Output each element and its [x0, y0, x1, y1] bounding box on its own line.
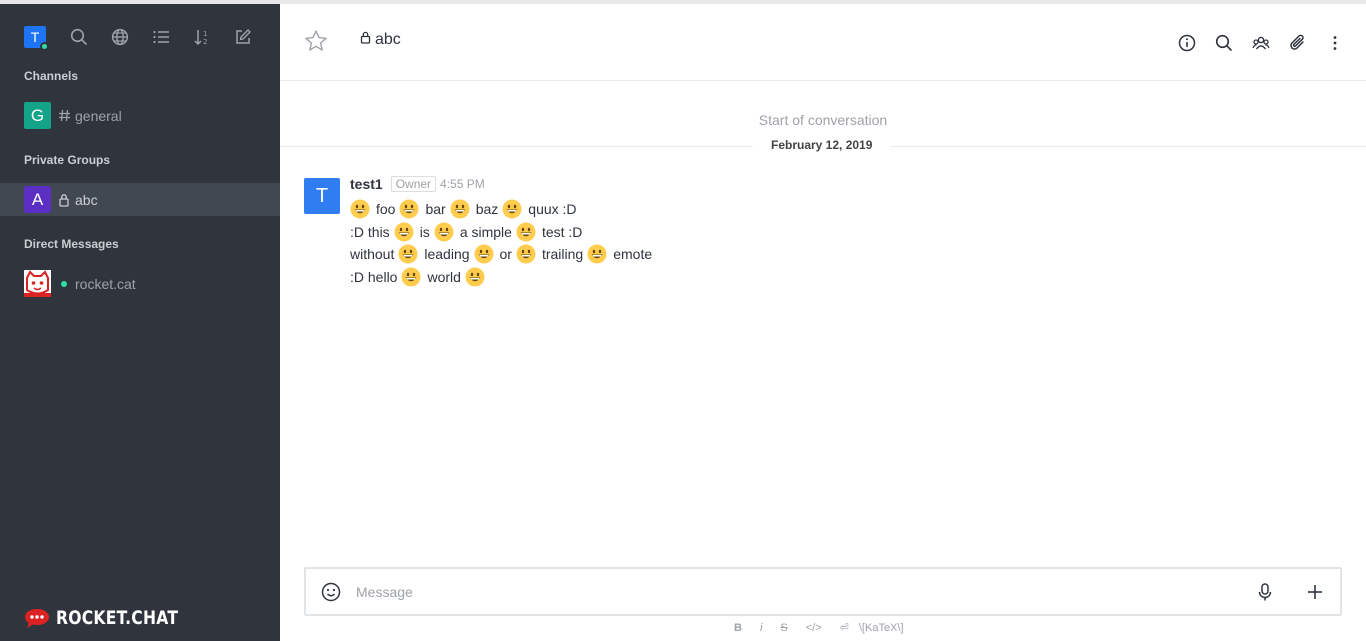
sort-icon[interactable]: 12: [191, 26, 213, 48]
grinning-emoji-icon: [394, 222, 414, 242]
attachment-clip-icon[interactable]: [1287, 32, 1309, 54]
message-text: or: [499, 246, 512, 262]
message-text: quux :D: [528, 201, 577, 217]
search-messages-icon[interactable]: [1213, 32, 1235, 54]
role-badge: Owner: [390, 176, 437, 192]
lock-icon: [57, 193, 71, 207]
sidebar-item-label: general: [75, 107, 122, 124]
rocket-chat-logo-icon: [25, 609, 49, 628]
message-body: foo bar baz quux :D :D this is a simple test :D…: [350, 198, 652, 288]
svg-text:2: 2: [203, 38, 207, 46]
format-bold-button[interactable]: B: [734, 622, 742, 634]
logo-text: ROCKET.CHAT: [56, 607, 179, 629]
message-text: is: [419, 223, 430, 240]
view-mode-list-icon[interactable]: [150, 26, 172, 48]
message-text: :D this: [350, 223, 390, 240]
kebab-menu-icon[interactable]: [1324, 32, 1346, 54]
message-line: :D hello world: [350, 266, 652, 289]
lock-icon: [360, 31, 371, 49]
format-strike-button[interactable]: S: [780, 622, 787, 634]
sidebar: T 12 Channels G general Private Groups A: [0, 4, 280, 641]
grinning-emoji-icon: [434, 222, 454, 242]
search-icon[interactable]: [68, 26, 90, 48]
user-avatar-initial: T: [30, 29, 40, 45]
microphone-icon[interactable]: [1254, 581, 1276, 603]
message-text: leading: [424, 246, 470, 262]
message-avatar[interactable]: T: [304, 178, 340, 214]
room-name: abc: [375, 31, 401, 48]
message-header: test1 Owner 4:55 PM: [350, 176, 485, 192]
svg-text:1: 1: [203, 30, 207, 38]
grinning-emoji-icon: [399, 199, 419, 219]
message-text: bar: [425, 201, 446, 217]
sidebar-item-label: rocket.cat: [75, 275, 136, 292]
sidebar-item-label: abc: [75, 191, 98, 208]
format-italic-button[interactable]: i: [760, 622, 762, 634]
day-divider-date: February 12, 2019: [753, 138, 891, 152]
message-line: :D this is a simple test :D: [350, 221, 652, 244]
hashtag-icon: [57, 109, 71, 123]
room-info-icon[interactable]: [1176, 32, 1198, 54]
sidebar-item-general[interactable]: G general: [0, 99, 280, 132]
grinning-emoji-icon: [502, 199, 522, 219]
message-username[interactable]: test1: [350, 176, 383, 192]
grinning-emoji-icon: [516, 244, 536, 264]
add-actions-plus-icon[interactable]: [1304, 581, 1326, 603]
message-text: baz: [475, 201, 499, 217]
rocket-chat-logo: ROCKET.CHAT: [24, 607, 205, 629]
format-multiline-button[interactable]: ⏎: [840, 621, 849, 634]
message-text: :D hello: [350, 268, 398, 285]
grinning-emoji-icon: [587, 244, 607, 264]
message-line: foo bar baz quux :D: [350, 198, 652, 221]
favorite-star-icon[interactable]: [304, 29, 328, 53]
grinning-emoji-icon: [401, 267, 421, 287]
online-status-dot: [61, 280, 67, 287]
format-code-button[interactable]: </>: [806, 622, 822, 634]
create-new-edit-icon[interactable]: [232, 26, 254, 48]
header-actions: [1161, 32, 1346, 54]
window-top-border: [0, 0, 1366, 4]
main-room: abc Start of conversation February 12, 2…: [280, 4, 1366, 641]
grinning-emoji-icon: [516, 222, 536, 242]
grinning-emoji-icon: [450, 199, 470, 219]
message-text: trailing: [541, 246, 584, 262]
sidebar-item-rocket-cat[interactable]: rocket.cat: [0, 267, 280, 300]
format-katex-button[interactable]: \[KaTeX\]: [859, 622, 904, 634]
sidebar-item-abc[interactable]: A abc: [0, 183, 280, 216]
emoji-picker-icon[interactable]: [320, 581, 342, 603]
rocket-cat-avatar-icon: [24, 270, 51, 297]
grinning-emoji-icon: [474, 244, 494, 264]
message-timestamp: 4:55 PM: [440, 177, 485, 191]
section-channels-title: Channels: [24, 69, 79, 83]
members-icon[interactable]: [1250, 32, 1272, 54]
message-text: without: [350, 246, 395, 262]
grinning-emoji-icon: [465, 267, 485, 287]
formatting-toolbar: B i S </> ⏎ \[KaTeX\]: [734, 621, 922, 635]
message-input[interactable]: [356, 579, 1236, 605]
message-text: world: [427, 268, 461, 285]
grinning-emoji-icon: [398, 244, 418, 264]
room-avatar: G: [24, 102, 51, 129]
section-private-groups-title: Private Groups: [24, 153, 111, 167]
message-text: test :D: [541, 223, 583, 240]
directory-globe-icon[interactable]: [109, 26, 131, 48]
room-title: abc: [360, 31, 401, 49]
start-of-conversation: Start of conversation: [758, 112, 888, 128]
message-composer: [304, 567, 1342, 616]
message-text: a simple: [459, 223, 512, 240]
user-avatar[interactable]: T: [24, 26, 49, 51]
room-avatar: A: [24, 186, 51, 213]
user-status-online: [40, 42, 49, 51]
grinning-emoji-icon: [350, 199, 370, 219]
sidebar-toolbar: T 12: [24, 26, 264, 51]
message-line: without leading or trailing emote: [350, 243, 652, 266]
message-text: foo: [376, 201, 396, 217]
room-header: abc: [280, 4, 1366, 81]
message-text: emote: [613, 246, 653, 262]
section-direct-messages-title: Direct Messages: [24, 237, 119, 251]
